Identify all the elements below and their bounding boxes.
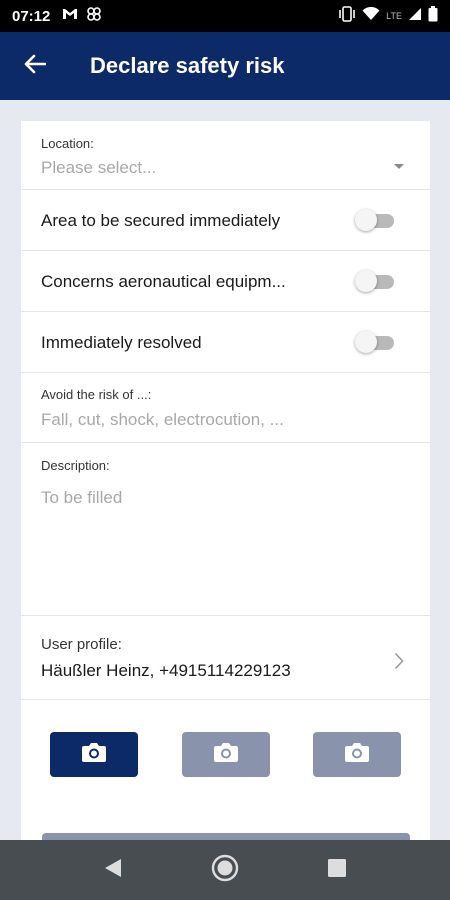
toggle-row-resolved: Immediately resolved [21, 312, 430, 373]
battery-icon [428, 5, 438, 27]
switch-thumb [355, 270, 377, 292]
arrow-left-icon [24, 54, 47, 79]
form-card: Location: Please select... Area to be se… [21, 121, 430, 851]
user-profile-row[interactable]: User profile: Häußler Heinz, +4915114229… [21, 616, 430, 700]
chevron-right-icon [394, 652, 404, 675]
toggle-row-aeronautical: Concerns aeronautical equipm... [21, 251, 430, 312]
description-label: Description: [41, 458, 110, 473]
photo-buttons [21, 732, 430, 777]
switch-thumb [355, 209, 377, 231]
description-field[interactable]: Description: To be filled [21, 443, 430, 616]
toggle-label-area-secured: Area to be secured immediately [41, 211, 281, 230]
camera-icon [344, 741, 370, 768]
home-circle-icon [210, 853, 240, 888]
toggle-label-resolved: Immediately resolved [41, 333, 202, 352]
vibrate-icon [338, 5, 356, 27]
location-select[interactable]: Location: Please select... [21, 121, 430, 190]
recents-square-icon [327, 858, 347, 883]
avoid-risk-field[interactable]: Avoid the risk of ...: Fall, cut, shock,… [21, 373, 430, 443]
back-triangle-icon [103, 857, 123, 884]
photo-button-3[interactable] [313, 732, 401, 777]
lte-signal-icon [408, 7, 422, 26]
aeronautical-switch[interactable] [355, 270, 395, 292]
user-profile-label: User profile: [41, 636, 122, 653]
camera-icon [81, 741, 107, 768]
avoid-risk-label: Avoid the risk of ...: [41, 387, 152, 402]
nav-recents-button[interactable] [281, 840, 393, 900]
gmail-icon [62, 7, 78, 26]
nav-home-button[interactable] [169, 840, 281, 900]
resolved-switch[interactable] [355, 331, 395, 353]
back-button[interactable] [0, 32, 70, 100]
camera-icon [213, 741, 239, 768]
switch-thumb [355, 331, 377, 353]
system-nav-bar [0, 840, 450, 900]
nav-back-button[interactable] [57, 840, 169, 900]
app-bar: Declare safety risk [0, 32, 450, 100]
area-secured-switch[interactable] [355, 209, 395, 231]
toggle-label-aeronautical: Concerns aeronautical equipm... [41, 272, 286, 291]
avoid-risk-placeholder: Fall, cut, shock, electrocution, ... [41, 410, 284, 429]
page-title: Declare safety risk [90, 53, 285, 78]
wifi-icon [362, 6, 380, 26]
photo-button-1[interactable] [50, 732, 138, 777]
photo-button-2[interactable] [181, 732, 270, 777]
description-placeholder: To be filled [41, 488, 123, 507]
location-placeholder: Please select... [41, 158, 157, 177]
toggle-row-area-secured: Area to be secured immediately [21, 190, 430, 251]
status-time: 07:12 [12, 7, 51, 25]
status-bar: 07:12 LTE [0, 0, 450, 32]
user-profile-value: Häußler Heinz, +4915114229123 [41, 661, 291, 680]
dropdown-arrow-icon [394, 164, 404, 169]
lte-label: LTE [386, 11, 402, 21]
location-label: Location: [41, 136, 94, 151]
pinwheel-icon [86, 6, 102, 27]
